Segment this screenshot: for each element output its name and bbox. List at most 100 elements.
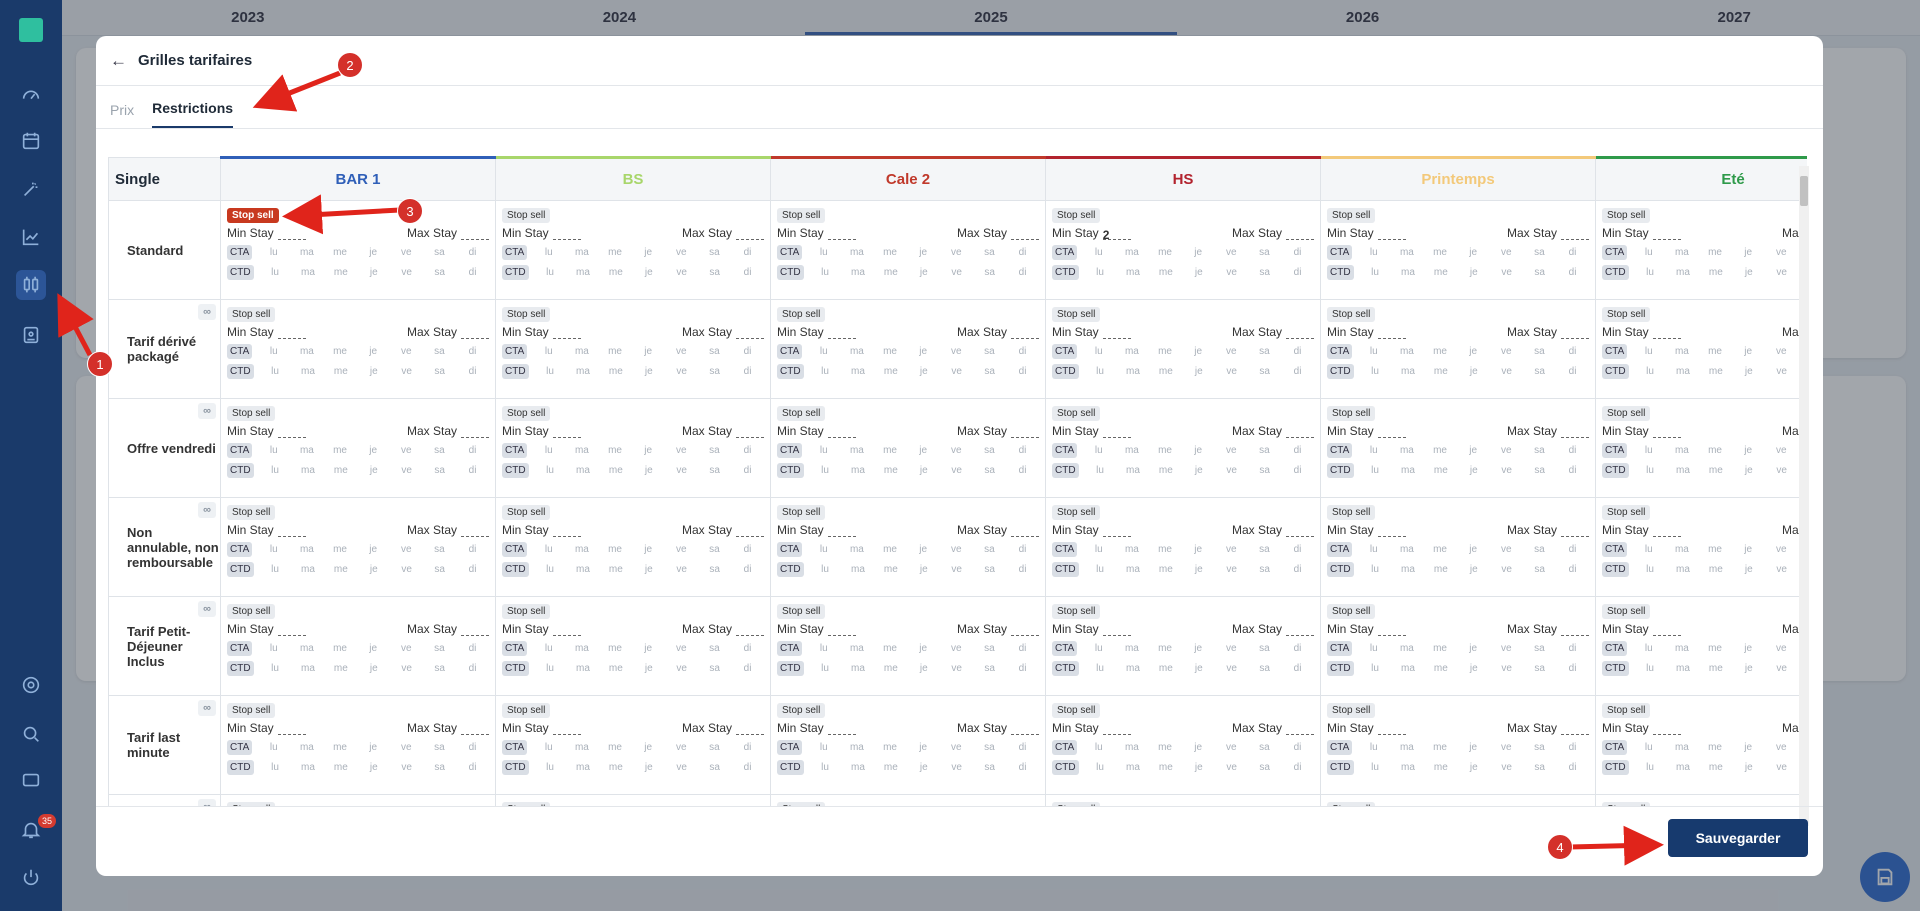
- day-toggle[interactable]: ve: [665, 643, 698, 654]
- day-toggle[interactable]: ma: [291, 564, 324, 575]
- day-toggle[interactable]: me: [1698, 346, 1731, 357]
- day-toggle[interactable]: sa: [973, 366, 1006, 377]
- min-stay-input[interactable]: [552, 428, 581, 438]
- min-stay-input[interactable]: [1377, 527, 1406, 537]
- day-toggle[interactable]: lu: [532, 742, 565, 753]
- cta-toggle[interactable]: CTA: [227, 641, 253, 656]
- day-toggle[interactable]: je: [1182, 445, 1215, 456]
- day-toggle[interactable]: ma: [1666, 366, 1699, 377]
- day-toggle[interactable]: me: [1424, 366, 1457, 377]
- stop-sell-toggle[interactable]: Stop sell: [1602, 307, 1651, 322]
- day-toggle[interactable]: me: [1148, 346, 1181, 357]
- day-toggle[interactable]: ma: [1391, 267, 1424, 278]
- day-toggle[interactable]: di: [731, 366, 764, 377]
- day-toggle[interactable]: di: [731, 742, 764, 753]
- day-toggle[interactable]: sa: [698, 267, 731, 278]
- day-toggle[interactable]: me: [598, 445, 631, 456]
- day-toggle[interactable]: sa: [423, 366, 456, 377]
- stop-sell-toggle[interactable]: Stop sell: [1602, 505, 1651, 520]
- day-toggle[interactable]: sa: [973, 267, 1006, 278]
- ctd-toggle[interactable]: CTD: [1327, 463, 1354, 478]
- day-toggle[interactable]: di: [1556, 663, 1589, 674]
- ctd-toggle[interactable]: CTD: [1052, 463, 1079, 478]
- day-toggle[interactable]: lu: [1082, 742, 1115, 753]
- day-toggle[interactable]: di: [1006, 465, 1039, 476]
- day-toggle[interactable]: je: [632, 742, 665, 753]
- scrollbar-thumb[interactable]: [1800, 176, 1808, 206]
- day-toggle[interactable]: ve: [1765, 564, 1798, 575]
- day-toggle[interactable]: lu: [1084, 762, 1117, 773]
- ctd-toggle[interactable]: CTD: [227, 661, 254, 676]
- cta-toggle[interactable]: CTA: [1052, 245, 1078, 260]
- day-toggle[interactable]: je: [1457, 762, 1490, 773]
- day-toggle[interactable]: me: [1698, 247, 1731, 258]
- day-toggle[interactable]: ve: [1215, 267, 1248, 278]
- day-toggle[interactable]: di: [1556, 267, 1589, 278]
- day-toggle[interactable]: me: [598, 247, 631, 258]
- max-stay-input[interactable]: [1011, 428, 1039, 438]
- ctd-toggle[interactable]: CTD: [1327, 661, 1354, 676]
- day-toggle[interactable]: me: [1424, 663, 1457, 674]
- stop-sell-toggle[interactable]: Stop sell: [1327, 703, 1376, 718]
- min-stay-input[interactable]: [552, 329, 581, 339]
- day-toggle[interactable]: ma: [565, 445, 598, 456]
- ctd-toggle[interactable]: CTD: [227, 463, 254, 478]
- max-stay-input[interactable]: [736, 329, 764, 339]
- max-stay-input[interactable]: [461, 230, 489, 240]
- min-stay-input[interactable]: [1652, 527, 1681, 537]
- day-toggle[interactable]: di: [1556, 762, 1589, 773]
- day-toggle[interactable]: di: [731, 762, 764, 773]
- day-toggle[interactable]: me: [599, 267, 632, 278]
- stop-sell-toggle[interactable]: Stop sell: [227, 406, 276, 421]
- day-toggle[interactable]: lu: [1082, 643, 1115, 654]
- day-toggle[interactable]: me: [324, 267, 357, 278]
- day-toggle[interactable]: sa: [423, 247, 456, 258]
- day-toggle[interactable]: sa: [973, 544, 1006, 555]
- day-toggle[interactable]: sa: [1248, 663, 1281, 674]
- day-toggle[interactable]: lu: [1632, 742, 1665, 753]
- day-toggle[interactable]: di: [1006, 247, 1039, 258]
- day-toggle[interactable]: di: [1006, 366, 1039, 377]
- day-toggle[interactable]: ve: [1490, 762, 1523, 773]
- day-toggle[interactable]: di: [1281, 643, 1314, 654]
- day-toggle[interactable]: di: [1006, 564, 1039, 575]
- cta-toggle[interactable]: CTA: [1602, 443, 1628, 458]
- day-toggle[interactable]: je: [632, 346, 665, 357]
- day-toggle[interactable]: ve: [1215, 465, 1248, 476]
- day-toggle[interactable]: sa: [1523, 643, 1556, 654]
- day-toggle[interactable]: di: [456, 267, 489, 278]
- day-toggle[interactable]: ve: [665, 346, 698, 357]
- day-toggle[interactable]: je: [1732, 247, 1765, 258]
- day-toggle[interactable]: ma: [566, 762, 599, 773]
- day-toggle[interactable]: je: [1732, 762, 1765, 773]
- min-stay-input[interactable]: [1377, 230, 1406, 240]
- day-toggle[interactable]: me: [873, 346, 906, 357]
- max-stay-input[interactable]: [736, 626, 764, 636]
- day-toggle[interactable]: sa: [1248, 445, 1281, 456]
- day-toggle[interactable]: je: [1182, 742, 1215, 753]
- stop-sell-toggle[interactable]: Stop sell: [502, 505, 551, 520]
- min-stay-input[interactable]: [1652, 725, 1681, 735]
- day-toggle[interactable]: je: [357, 445, 390, 456]
- day-toggle[interactable]: ve: [390, 366, 423, 377]
- stop-sell-toggle[interactable]: Stop sell: [777, 208, 826, 223]
- cta-toggle[interactable]: CTA: [1327, 542, 1353, 557]
- day-toggle[interactable]: je: [907, 267, 940, 278]
- day-toggle[interactable]: me: [1423, 247, 1456, 258]
- min-stay-input[interactable]: [827, 725, 856, 735]
- day-toggle[interactable]: lu: [1359, 465, 1392, 476]
- day-toggle[interactable]: di: [456, 643, 489, 654]
- day-toggle[interactable]: ma: [1116, 663, 1149, 674]
- day-toggle[interactable]: ve: [1765, 267, 1798, 278]
- cta-toggle[interactable]: CTA: [1327, 740, 1353, 755]
- day-toggle[interactable]: di: [1006, 742, 1039, 753]
- day-toggle[interactable]: sa: [698, 643, 731, 654]
- day-toggle[interactable]: di: [456, 247, 489, 258]
- day-toggle[interactable]: je: [907, 346, 940, 357]
- day-toggle[interactable]: je: [1457, 742, 1490, 753]
- day-toggle[interactable]: lu: [534, 267, 567, 278]
- day-toggle[interactable]: ma: [566, 564, 599, 575]
- day-toggle[interactable]: me: [323, 247, 356, 258]
- day-toggle[interactable]: sa: [1248, 643, 1281, 654]
- day-toggle[interactable]: je: [1732, 465, 1765, 476]
